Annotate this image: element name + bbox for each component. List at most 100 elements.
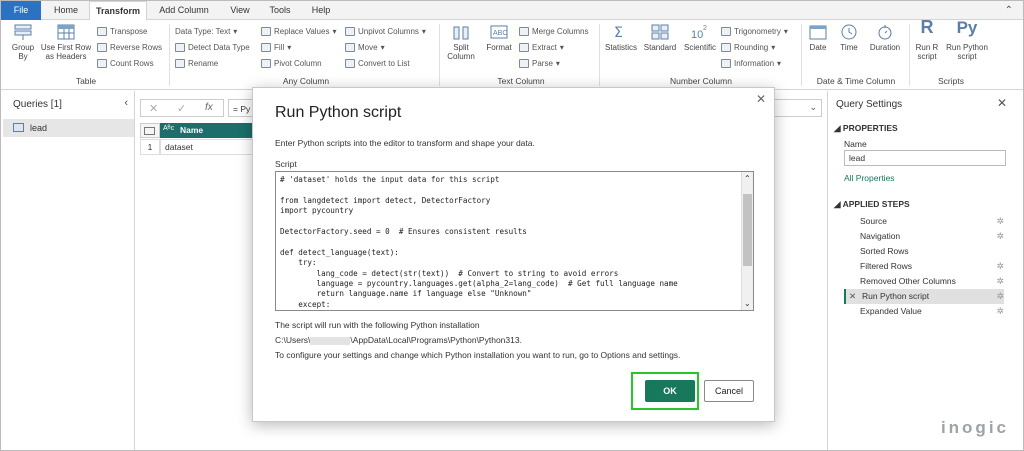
- duration-button[interactable]: Duration: [865, 23, 905, 52]
- inogic-watermark: inogic: [940, 418, 1009, 437]
- code-line: except:: [280, 299, 331, 309]
- replace-values-button[interactable]: Replace Values ▾: [261, 25, 336, 38]
- code-line: DetectorFactory.seed = 0 # Ensures consi…: [280, 227, 527, 237]
- group-by-button[interactable]: Group By: [7, 23, 39, 61]
- tab-view[interactable]: View: [223, 1, 257, 20]
- merge-icon: [519, 27, 529, 36]
- unpivot-columns-button[interactable]: Unpivot Columns ▾: [345, 25, 426, 38]
- scripts-group-label: Scripts: [938, 76, 964, 86]
- split-column-button[interactable]: Split Column: [443, 23, 479, 61]
- data-type-dropdown[interactable]: Data Type: Text ▾: [175, 25, 237, 38]
- chevron-down-icon: ▾: [559, 43, 564, 52]
- count-rows-button[interactable]: Count Rows: [97, 57, 154, 70]
- transpose-button[interactable]: Transpose: [97, 25, 148, 38]
- step-item[interactable]: Source ✲: [844, 214, 1004, 229]
- merge-columns-button[interactable]: Merge Columns: [519, 25, 588, 38]
- python-script-editor[interactable]: # 'dataset' holds the input data for thi…: [275, 171, 754, 311]
- statistics-button[interactable]: Σ Statistics: [601, 23, 641, 52]
- dialog-description: Enter Python scripts into the editor to …: [275, 138, 535, 148]
- gear-icon: ✲: [996, 261, 1004, 271]
- query-settings-pane: Query Settings ✕ ◢ PROPERTIES Name lead …: [827, 91, 1023, 450]
- table-icon: [13, 123, 24, 132]
- scroll-up-icon[interactable]: ⌃: [744, 174, 751, 183]
- chevron-down-icon: ▾: [777, 59, 782, 68]
- operators-icon: [651, 24, 669, 40]
- chevron-down-icon: ▾: [287, 43, 292, 52]
- chevron-down-icon: ▾: [421, 27, 426, 36]
- step-item[interactable]: Navigation ✲: [844, 229, 1004, 244]
- code-line: from langdetect import detect, DetectorF…: [280, 195, 491, 205]
- detect-data-type-button[interactable]: Detect Data Type: [175, 41, 250, 54]
- all-properties-link[interactable]: All Properties: [844, 173, 895, 183]
- name-label: Name: [844, 139, 867, 149]
- r-icon: R: [920, 17, 934, 37]
- query-settings-header: Query Settings: [836, 99, 903, 110]
- move-button[interactable]: Move ▾: [345, 41, 385, 54]
- trigonometry-button[interactable]: Trigonometry ▾: [721, 25, 788, 38]
- scroll-thumb[interactable]: [743, 194, 752, 266]
- use-first-row-button[interactable]: Use First Row as Headers: [39, 23, 93, 61]
- confirm-formula-icon[interactable]: ✓: [177, 102, 186, 115]
- code-line: def detect_language(text):: [280, 247, 399, 257]
- information-button[interactable]: Information ▾: [721, 57, 781, 70]
- applied-steps-header: ◢ APPLIED STEPS: [834, 199, 910, 209]
- step-item[interactable]: Filtered Rows ✲: [844, 259, 1004, 274]
- collapse-ribbon-icon[interactable]: ⌃: [1005, 5, 1013, 16]
- standard-button[interactable]: Standard: [641, 23, 679, 52]
- parse-button[interactable]: Parse ▾: [519, 57, 560, 70]
- time-button[interactable]: Time: [835, 23, 863, 52]
- format-button[interactable]: ABC Format: [481, 23, 517, 52]
- cancel-button[interactable]: Cancel: [704, 380, 754, 402]
- stopwatch-icon: [878, 25, 892, 40]
- gear-icon: ✲: [996, 306, 1004, 316]
- close-icon[interactable]: ✕: [997, 96, 1007, 110]
- query-item-lead[interactable]: lead: [3, 119, 134, 137]
- fill-button[interactable]: Fill ▾: [261, 41, 291, 54]
- run-r-script-button[interactable]: R Run R script: [911, 17, 943, 61]
- chevron-down-icon: ▾: [332, 27, 337, 36]
- step-item[interactable]: Sorted Rows: [844, 244, 1004, 259]
- fx-icon: fx: [205, 102, 213, 113]
- cancel-formula-icon[interactable]: ✕: [149, 102, 158, 115]
- tab-tools[interactable]: Tools: [263, 1, 297, 20]
- date-button[interactable]: Date: [803, 23, 833, 52]
- chevron-down-icon: ▾: [233, 27, 238, 36]
- editor-scrollbar[interactable]: ⌃ ⌄: [741, 172, 753, 310]
- run-python-script-button[interactable]: Py Run Python script: [945, 19, 989, 61]
- tab-file[interactable]: File: [1, 1, 41, 20]
- query-name-input[interactable]: lead: [844, 150, 1006, 166]
- calendar-icon: [809, 25, 827, 40]
- scroll-down-icon[interactable]: ⌄: [744, 299, 751, 308]
- reverse-rows-button[interactable]: Reverse Rows: [97, 41, 162, 54]
- close-dialog-icon[interactable]: ✕: [756, 92, 766, 106]
- rounding-button[interactable]: Rounding ▾: [721, 41, 775, 54]
- collapse-queries-icon[interactable]: ‹: [124, 97, 128, 109]
- detect-type-icon: [175, 43, 185, 52]
- tab-help[interactable]: Help: [305, 1, 337, 20]
- grid-corner[interactable]: [140, 123, 160, 138]
- ok-button[interactable]: OK: [645, 380, 695, 402]
- tab-transform[interactable]: Transform: [89, 1, 147, 21]
- list-icon: [345, 59, 355, 68]
- queries-pane: Queries [1] ‹ lead: [1, 91, 135, 450]
- rename-button[interactable]: Rename: [175, 57, 218, 70]
- delete-step-icon: ✕: [849, 291, 857, 301]
- chevron-down-icon: ▾: [771, 43, 776, 52]
- tab-add-column[interactable]: Add Column: [151, 1, 217, 20]
- code-text: # 'dataset' holds the input data for thi…: [280, 175, 740, 310]
- step-item[interactable]: Expanded Value ✲: [844, 304, 1004, 319]
- gear-icon: ✲: [996, 291, 1004, 301]
- sigma-icon: Σ: [614, 25, 623, 41]
- gear-icon: ✲: [996, 276, 1004, 286]
- tab-home[interactable]: Home: [45, 1, 87, 20]
- extract-button[interactable]: Extract ▾: [519, 41, 564, 54]
- convert-to-list-button[interactable]: Convert to List: [345, 57, 410, 70]
- ribbon-tabs: File Home Transform Add Column View Tool…: [1, 1, 1023, 21]
- step-item[interactable]: Removed Other Columns ✲: [844, 274, 1004, 289]
- pivot-column-button[interactable]: Pivot Column: [261, 57, 322, 70]
- step-item-selected[interactable]: ✕ Run Python script ✲: [844, 289, 1004, 304]
- chevron-down-icon[interactable]: ⌄: [809, 102, 817, 113]
- scientific-button[interactable]: 10 2 Scientific: [679, 23, 721, 52]
